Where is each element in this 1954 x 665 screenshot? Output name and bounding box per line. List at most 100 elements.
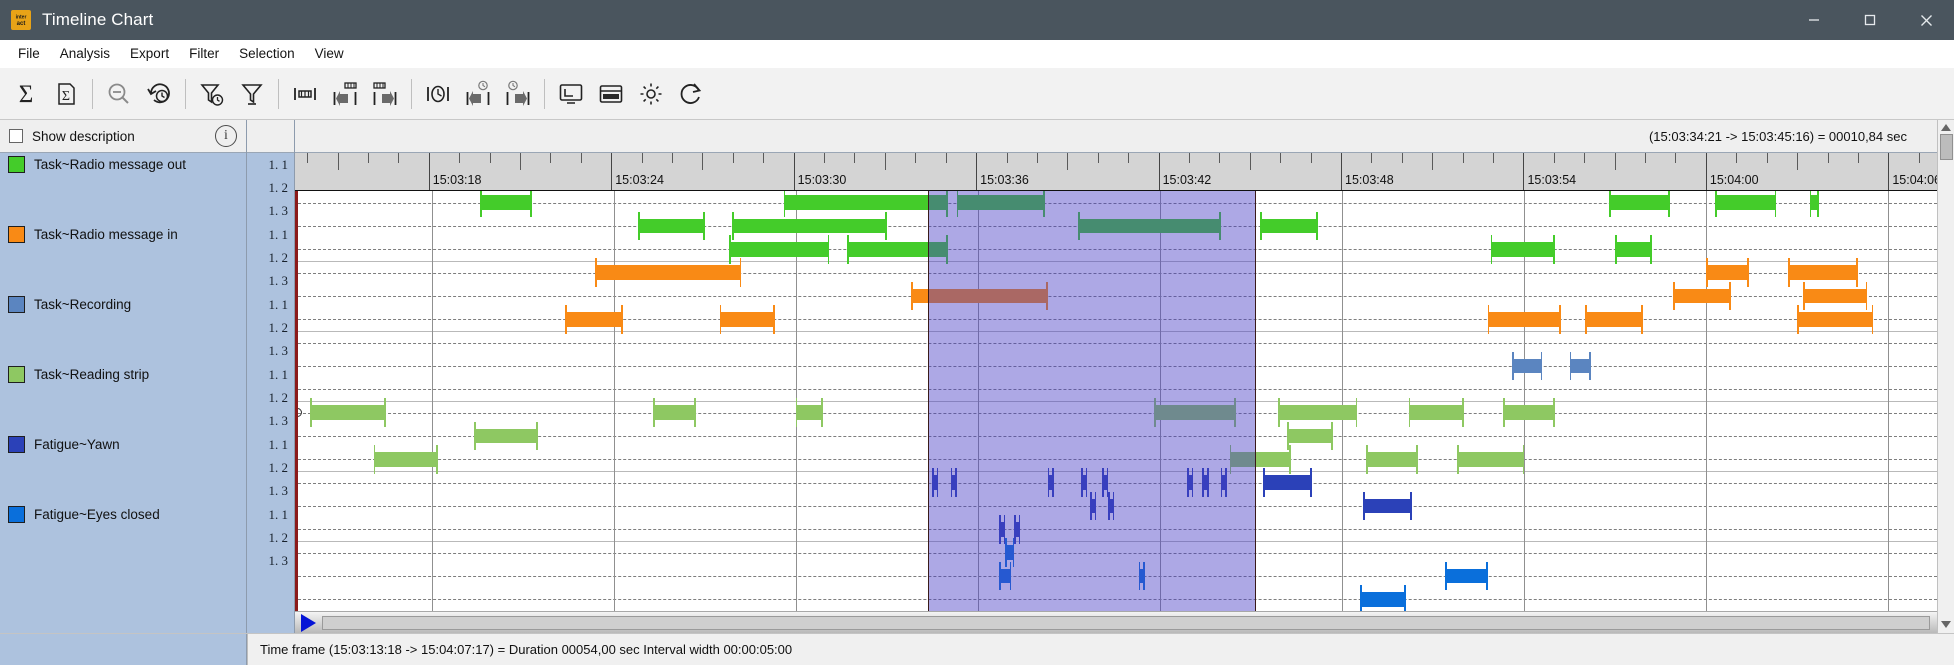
timeline-bar[interactable] [310, 398, 387, 427]
bar-end-cap [1410, 491, 1412, 521]
timeline-bar[interactable] [1809, 191, 1819, 217]
step-interval-forward-button[interactable] [365, 74, 405, 114]
timeline-bar[interactable] [637, 211, 705, 241]
timeline-bar[interactable] [783, 191, 948, 217]
timeline-bar[interactable] [480, 191, 532, 217]
timeline-bar[interactable] [653, 398, 696, 427]
menu-analysis[interactable]: Analysis [50, 42, 120, 65]
row-marker-circle-icon[interactable] [298, 408, 302, 418]
show-description-checkbox[interactable] [9, 129, 23, 143]
ruler-tick [1857, 153, 1859, 163]
menu-selection[interactable]: Selection [229, 42, 305, 65]
timeline-bar[interactable] [1363, 491, 1412, 521]
timeline-bar[interactable] [1672, 281, 1731, 311]
filter-time-button[interactable] [192, 74, 232, 114]
legend-task-radio-message-in[interactable]: Task~Radio message in [0, 225, 178, 244]
step-interval-back-button[interactable] [325, 74, 365, 114]
legend-fatigue-yawn[interactable]: Fatigue~Yawn [0, 435, 120, 454]
timeline-bar[interactable] [1366, 445, 1418, 474]
timeline-bar[interactable] [1360, 585, 1406, 611]
legend-color-swatch [8, 366, 25, 384]
bar-end-cap [1552, 235, 1555, 264]
step-time-back-button[interactable] [458, 74, 498, 114]
ruler-tick [1067, 153, 1069, 170]
filter-button[interactable] [232, 74, 272, 114]
timeline-bar[interactable] [474, 421, 538, 451]
timeline-bar[interactable] [1278, 398, 1358, 427]
menu-view[interactable]: View [305, 42, 354, 65]
time-ruler[interactable]: 15:03:18 15:03:24 15:03:30 15:03:36 15:03:42… [295, 153, 1937, 191]
timeline-bar[interactable] [728, 235, 830, 264]
menu-filter[interactable]: Filter [179, 42, 229, 65]
horizontal-scrollbar[interactable] [295, 611, 1937, 633]
timeline-plot[interactable] [295, 191, 1937, 611]
scroll-down-arrow-icon[interactable] [1941, 621, 1951, 628]
menu-file[interactable]: File [8, 42, 50, 65]
row-number: 1. 2 [268, 320, 289, 335]
vertical-scrollbar[interactable] [1937, 120, 1954, 633]
timeline-bar[interactable] [1569, 351, 1591, 381]
menu-export[interactable]: Export [120, 42, 179, 65]
timeline-bar[interactable] [1797, 305, 1874, 334]
timeline-bar[interactable] [1457, 445, 1525, 474]
close-button[interactable] [1898, 0, 1954, 40]
timeline-bar[interactable] [1609, 191, 1670, 217]
reset-zoom-history-button[interactable] [139, 74, 179, 114]
ruler-tick [1128, 153, 1130, 163]
bar-start-cap [783, 191, 786, 217]
timeline-bar[interactable] [1487, 305, 1561, 334]
timeline-bar[interactable] [1445, 561, 1488, 591]
timeline-bar[interactable] [1408, 398, 1464, 427]
zoom-out-button[interactable] [99, 74, 139, 114]
timeline-bar[interactable] [732, 211, 887, 241]
bar-start-cap [1408, 398, 1411, 427]
ruler-tick [1006, 153, 1008, 163]
legend-task-radio-message-out[interactable]: Task~Radio message out [0, 155, 186, 174]
time-span-button[interactable] [418, 74, 458, 114]
settings-button[interactable] [631, 74, 671, 114]
bar-start-cap [1715, 191, 1718, 217]
bar-start-cap [1278, 398, 1280, 427]
row-number: 1. 1 [268, 366, 289, 382]
legend-fatigue-eyes-closed[interactable]: Fatigue~Eyes closed [0, 505, 160, 524]
legend-color-swatch [8, 436, 25, 454]
scroll-up-arrow-icon[interactable] [1941, 124, 1951, 131]
timeline-bar[interactable] [1502, 398, 1555, 427]
timeline-bar[interactable] [1584, 305, 1643, 334]
sum-button[interactable]: Σ [6, 74, 46, 114]
timeline-bar[interactable] [1263, 468, 1312, 497]
timeline-bar[interactable] [1706, 258, 1749, 287]
maximize-button[interactable] [1842, 0, 1898, 40]
timeline-bar[interactable] [1287, 421, 1333, 451]
refresh-button[interactable] [671, 74, 711, 114]
play-triangle-icon[interactable] [301, 613, 316, 632]
rows-layout-button[interactable] [591, 74, 631, 114]
horizontal-scroll-thumb[interactable] [322, 615, 1930, 630]
sum-document-button[interactable]: Σ [46, 74, 86, 114]
timeline-bar[interactable] [1490, 235, 1555, 264]
timeline-bar[interactable] [719, 305, 775, 334]
info-icon[interactable]: i [215, 125, 237, 147]
minimize-button[interactable] [1786, 0, 1842, 40]
fit-window-button[interactable] [551, 74, 591, 114]
bar-start-cap [1672, 281, 1675, 311]
show-description-row[interactable]: Show description i [0, 120, 246, 153]
timeline-bar[interactable] [565, 305, 623, 334]
ruler-tick [1097, 153, 1099, 163]
legend-task-reading-strip[interactable]: Task~Reading strip [0, 365, 149, 384]
timeline-bar[interactable] [1260, 211, 1318, 241]
legend-task-recording[interactable]: Task~Recording [0, 295, 131, 314]
timeline-bar[interactable] [1715, 191, 1777, 217]
time-selection-region[interactable] [927, 191, 1256, 611]
timeline-bar[interactable] [795, 398, 824, 427]
ruler-tick [641, 153, 643, 163]
vertical-scroll-thumb[interactable] [1939, 134, 1953, 160]
timeline-bar[interactable] [1615, 235, 1652, 264]
interval-width-button[interactable] [285, 74, 325, 114]
timeline-bar[interactable] [373, 445, 438, 474]
timeline-bar[interactable] [595, 258, 742, 287]
timeline-bar[interactable] [1512, 351, 1543, 381]
timeline-bar[interactable] [1803, 281, 1868, 311]
step-time-forward-button[interactable] [498, 74, 538, 114]
timeline-bar[interactable] [1788, 258, 1859, 287]
